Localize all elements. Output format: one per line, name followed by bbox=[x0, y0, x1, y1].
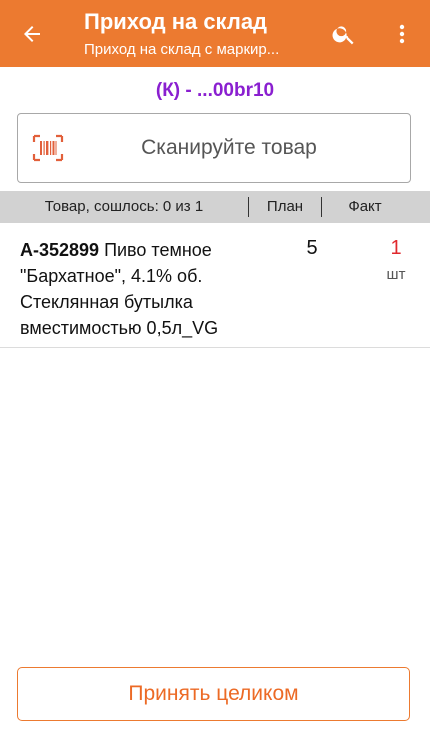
product-article: А-352899 bbox=[20, 240, 100, 260]
accept-all-button[interactable]: Принять целиком bbox=[17, 667, 410, 721]
plan-quantity: 5 bbox=[306, 237, 318, 259]
fact-quantity: 1 bbox=[390, 237, 402, 259]
column-header-plan: План bbox=[266, 198, 304, 215]
back-button[interactable] bbox=[14, 18, 50, 50]
more-menu-button[interactable] bbox=[384, 17, 420, 51]
table-header: Товар, сошлось: 0 из 1 План Факт bbox=[0, 191, 430, 223]
search-icon bbox=[332, 26, 354, 45]
column-header-fact: Факт bbox=[348, 198, 382, 215]
search-button[interactable] bbox=[326, 17, 362, 51]
app-bar: Приход на склад Приход на склад с маркир… bbox=[0, 0, 430, 67]
more-vert-icon bbox=[399, 24, 405, 44]
arrow-left-icon bbox=[24, 26, 40, 42]
product-name: А-352899 Пиво темное "Бархатное", 4.1% о… bbox=[20, 237, 250, 341]
quantity-unit: шт bbox=[386, 266, 406, 283]
scan-product-field[interactable]: Сканируйте товар bbox=[17, 113, 411, 183]
column-divider bbox=[248, 197, 249, 217]
scan-product-label: Сканируйте товар bbox=[141, 136, 317, 159]
page-subtitle: Приход на склад с маркир... bbox=[84, 41, 280, 58]
page-title: Приход на склад bbox=[84, 9, 268, 34]
column-header-product: Товар, сошлось: 0 из 1 bbox=[44, 198, 204, 215]
table-row[interactable]: А-352899 Пиво темное "Бархатное", 4.1% о… bbox=[0, 223, 430, 348]
document-code: (К) - ...00br10 bbox=[155, 80, 275, 101]
